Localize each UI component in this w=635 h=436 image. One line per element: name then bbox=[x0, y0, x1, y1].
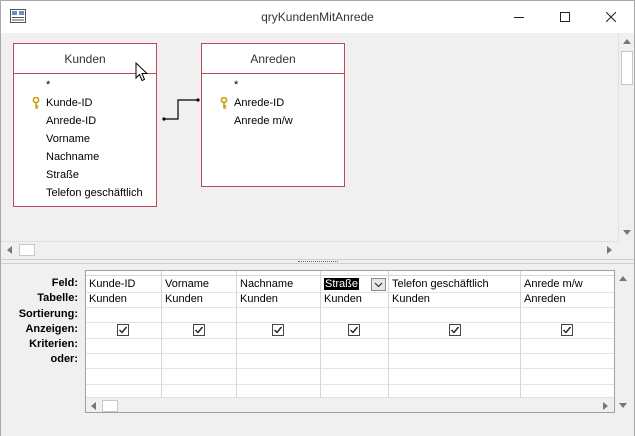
grid-column[interactable]: Nachname Kunden bbox=[237, 271, 321, 412]
maximize-button[interactable] bbox=[542, 1, 588, 32]
checkmark-icon bbox=[350, 326, 359, 334]
grid-column[interactable]: Straße Kunden bbox=[321, 271, 389, 412]
field-anrede-mw[interactable]: Anrede m/w bbox=[202, 112, 344, 130]
grid-cell-field[interactable]: Anrede m/w bbox=[521, 277, 583, 292]
primary-key-icon bbox=[32, 97, 40, 109]
maximize-icon bbox=[560, 11, 570, 22]
minimize-button[interactable] bbox=[496, 1, 542, 32]
scroll-right-icon[interactable] bbox=[604, 245, 614, 255]
scroll-up-icon[interactable] bbox=[618, 274, 628, 284]
grid-cell-table[interactable]: Kunden bbox=[86, 292, 127, 307]
grid-cell-field[interactable]: Nachname bbox=[237, 277, 293, 292]
relationship-line[interactable] bbox=[157, 93, 203, 123]
field-strasse[interactable]: Straße bbox=[14, 166, 156, 184]
field-all[interactable]: * bbox=[202, 76, 344, 94]
field-nachname[interactable]: Nachname bbox=[14, 148, 156, 166]
field-anrede-id[interactable]: Anrede-ID bbox=[14, 112, 156, 130]
field-dropdown-button[interactable] bbox=[371, 278, 386, 291]
scroll-left-icon[interactable] bbox=[5, 245, 15, 255]
row-label-sort: Sortierung: bbox=[18, 307, 78, 320]
show-checkbox[interactable] bbox=[193, 324, 205, 336]
minimize-icon bbox=[514, 16, 524, 18]
scroll-up-icon[interactable] bbox=[622, 37, 632, 47]
close-button[interactable] bbox=[588, 1, 634, 32]
scroll-thumb[interactable] bbox=[19, 244, 35, 256]
row-label-criteria: Kriterien: bbox=[29, 338, 78, 351]
show-checkbox[interactable] bbox=[117, 324, 129, 336]
field-kunde-id[interactable]: Kunde-ID bbox=[14, 94, 156, 112]
grid-row-labels: Feld: Tabelle: Sortierung: Anzeigen: Kri… bbox=[1, 276, 81, 368]
grid-cell-table[interactable]: Kunden bbox=[321, 292, 362, 307]
scroll-left-icon[interactable] bbox=[89, 401, 99, 411]
selected-field-text: Straße bbox=[324, 278, 360, 290]
show-checkbox[interactable] bbox=[272, 324, 284, 336]
field-anrede-id[interactable]: Anrede-ID bbox=[202, 94, 344, 112]
grid-cell-table[interactable]: Kunden bbox=[389, 292, 430, 307]
query-grid-area: Feld: Tabelle: Sortierung: Anzeigen: Kri… bbox=[1, 264, 634, 436]
field-vorname[interactable]: Vorname bbox=[14, 130, 156, 148]
upper-horizontal-scrollbar[interactable] bbox=[1, 241, 618, 257]
grid-column[interactable]: Vorname Kunden bbox=[162, 271, 237, 412]
grid-column[interactable]: Telefon geschäftlich Kunden bbox=[389, 271, 521, 412]
title-bar: qryKundenMitAnrede bbox=[1, 1, 634, 33]
table-anreden-title[interactable]: Anreden bbox=[202, 44, 344, 74]
splitter-grip[interactable] bbox=[298, 261, 338, 263]
primary-key-icon bbox=[220, 97, 228, 109]
upper-vertical-scrollbar[interactable] bbox=[618, 33, 634, 241]
show-checkbox[interactable] bbox=[449, 324, 461, 336]
grid-cell-field[interactable]: Telefon geschäftlich bbox=[389, 277, 489, 292]
grid-column[interactable]: Anrede m/w Anreden bbox=[521, 271, 614, 412]
table-anreden[interactable]: Anreden * Anrede-ID Anrede m/w bbox=[201, 43, 345, 187]
grid-cell-table[interactable]: Anreden bbox=[521, 292, 566, 307]
grid-column[interactable]: Kunde-ID Kunden bbox=[86, 271, 162, 412]
scroll-down-icon[interactable] bbox=[622, 227, 632, 237]
table-design-area[interactable]: Kunden * Kunde-ID Anrede-ID Vorname Nach… bbox=[1, 33, 634, 259]
scroll-down-icon[interactable] bbox=[618, 400, 628, 410]
chevron-down-icon bbox=[374, 282, 383, 287]
row-label-table: Tabelle: bbox=[37, 292, 78, 305]
grid-horizontal-scrollbar[interactable] bbox=[86, 397, 614, 412]
checkmark-icon bbox=[119, 326, 128, 334]
grid-cell-field[interactable]: Kunde-ID bbox=[86, 277, 135, 292]
grid-cell-field[interactable]: Vorname bbox=[162, 277, 209, 292]
scroll-thumb[interactable] bbox=[621, 51, 633, 85]
grid-cell-table[interactable]: Kunden bbox=[162, 292, 203, 307]
scroll-thumb[interactable] bbox=[102, 400, 118, 412]
grid-cell-field-selected[interactable]: Straße bbox=[321, 277, 360, 292]
mouse-cursor-icon bbox=[135, 62, 149, 82]
row-label-or: oder: bbox=[50, 353, 79, 366]
show-checkbox[interactable] bbox=[561, 324, 573, 336]
grid-cell-table[interactable]: Kunden bbox=[237, 292, 278, 307]
row-label-show: Anzeigen: bbox=[25, 322, 78, 335]
row-label-field: Feld: bbox=[51, 277, 78, 289]
query-design-grid[interactable]: Kunde-ID Kunden Vorname Kunden Nachname … bbox=[85, 270, 615, 413]
grid-vertical-scrollbar[interactable] bbox=[615, 270, 631, 408]
field-telefon-geschaeftlich[interactable]: Telefon geschäftlich bbox=[14, 184, 156, 202]
query-design-window: qryKundenMitAnrede Kunden * Kunde-ID Anr… bbox=[0, 0, 635, 436]
show-checkbox[interactable] bbox=[348, 324, 360, 336]
checkmark-icon bbox=[563, 326, 572, 334]
checkmark-icon bbox=[451, 326, 460, 334]
close-icon bbox=[606, 11, 616, 22]
checkmark-icon bbox=[195, 326, 204, 334]
scroll-right-icon[interactable] bbox=[600, 401, 610, 411]
checkmark-icon bbox=[274, 326, 283, 334]
